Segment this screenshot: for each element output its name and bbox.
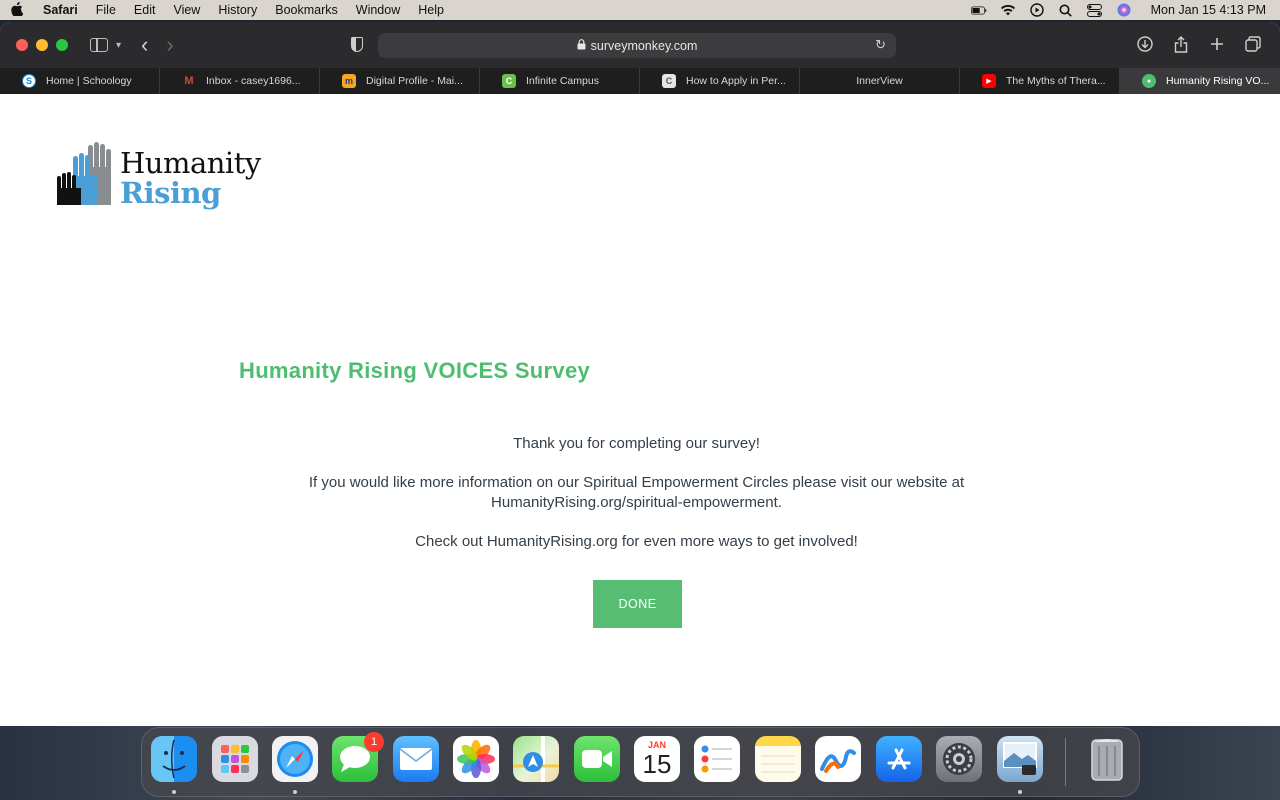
share-icon[interactable] (1172, 34, 1190, 54)
tab-label: How to Apply in Per... (686, 75, 786, 87)
reminders-icon[interactable] (694, 736, 740, 782)
tab-innerview[interactable]: InnerView (800, 68, 960, 94)
url-text: surveymonkey.com (590, 38, 698, 53)
wifi-icon[interactable] (1000, 4, 1016, 16)
downloads-icon[interactable] (1136, 34, 1154, 54)
menu-bookmarks[interactable]: Bookmarks (266, 0, 347, 20)
apple-menu-icon[interactable] (0, 1, 34, 19)
app-store-icon[interactable] (876, 736, 922, 782)
logo-wordmark: Humanity Rising (120, 148, 261, 208)
menu-window[interactable]: Window (347, 0, 409, 20)
zoom-window-button[interactable] (56, 39, 68, 51)
humanity-rising-logo[interactable]: Humanity Rising (56, 142, 286, 216)
now-playing-icon[interactable] (1029, 3, 1045, 17)
dock: 1 JAN 15 (141, 727, 1140, 797)
back-button[interactable]: ‹ (141, 32, 148, 57)
safari-icon[interactable] (272, 736, 318, 782)
lock-icon (577, 38, 586, 53)
menu-view[interactable]: View (164, 0, 209, 20)
menu-app-name[interactable]: Safari (34, 0, 87, 20)
calendar-icon[interactable]: JAN 15 (634, 736, 680, 782)
freeform-icon[interactable] (815, 736, 861, 782)
calendar-day: 15 (642, 749, 672, 779)
tab-infinite-campus[interactable]: C Infinite Campus (480, 68, 640, 94)
dock-separator (1065, 738, 1066, 786)
schoology-icon: S (22, 74, 36, 88)
battery-icon[interactable] (970, 4, 987, 16)
sidebar-toggle-icon[interactable] (90, 38, 108, 52)
privacy-shield-icon[interactable] (351, 37, 363, 52)
running-indicator (172, 790, 176, 794)
tab-label: Infinite Campus (526, 75, 599, 87)
check-out-message: Check out HumanityRising.org for even mo… (415, 533, 858, 550)
gmail-icon: M (184, 75, 194, 87)
address-bar[interactable]: surveymonkey.com ↻ (378, 33, 896, 58)
menu-help[interactable]: Help (409, 0, 453, 20)
tab-label: Inbox - casey1696... (206, 75, 301, 87)
tab-label: Humanity Rising VO... (1166, 75, 1270, 87)
trash-icon[interactable] (1084, 736, 1130, 782)
maps-icon[interactable] (513, 736, 559, 782)
tab-label: InnerView (856, 75, 903, 87)
tab-digital-profile[interactable]: m Digital Profile - Mai... (320, 68, 480, 94)
menu-edit[interactable]: Edit (125, 0, 165, 20)
surveymonkey-icon: ● (1142, 74, 1156, 88)
spotlight-search-icon[interactable] (1058, 4, 1074, 17)
done-button[interactable]: DONE (593, 580, 682, 628)
raised-hands-icon (57, 142, 111, 205)
tab-overview-icon[interactable] (1244, 34, 1262, 54)
info-line-1: If you would like more information on ou… (308, 474, 965, 491)
tab-humanity-rising[interactable]: ● Humanity Rising VO... (1120, 68, 1280, 94)
window-controls (16, 39, 68, 51)
safari-window: ▾ ‹ › surveymonkey.com ↻ S Home | School… (0, 22, 1280, 726)
infinite-campus-icon: C (502, 74, 516, 88)
browser-toolbar: ▾ ‹ › surveymonkey.com ↻ (0, 22, 1280, 68)
thank-you-message: Thank you for completing our survey! (513, 435, 760, 452)
notes-icon[interactable] (755, 736, 801, 782)
mail-icon[interactable] (393, 736, 439, 782)
tab-youtube[interactable]: ▶ The Myths of Thera... (960, 68, 1120, 94)
preview-icon[interactable] (997, 736, 1043, 782)
tab-how-to-apply[interactable]: C How to Apply in Per... (640, 68, 800, 94)
control-center-icon[interactable] (1087, 3, 1103, 17)
tab-label: Home | Schoology (46, 75, 132, 87)
chevron-down-icon[interactable]: ▾ (116, 40, 121, 51)
menu-file[interactable]: File (87, 0, 125, 20)
facetime-icon[interactable] (574, 736, 620, 782)
menu-history[interactable]: History (209, 0, 266, 20)
minimize-window-button[interactable] (36, 39, 48, 51)
document-icon: C (662, 74, 676, 88)
finder-icon[interactable] (151, 736, 197, 782)
tab-schoology[interactable]: S Home | Schoology (0, 68, 160, 94)
messages-badge: 1 (364, 732, 384, 752)
logo-line-humanity: Humanity (120, 146, 261, 180)
menu-bar: Safari File Edit View History Bookmarks … (0, 0, 1280, 20)
launchpad-icon[interactable] (212, 736, 258, 782)
siri-icon[interactable] (1116, 3, 1132, 17)
reload-icon[interactable]: ↻ (875, 37, 886, 53)
tab-gmail[interactable]: M Inbox - casey1696... (160, 68, 320, 94)
info-line-2: HumanityRising.org/spiritual-empowerment… (491, 494, 782, 511)
tab-label: Digital Profile - Mai... (366, 75, 463, 87)
close-window-button[interactable] (16, 39, 28, 51)
running-indicator (293, 790, 297, 794)
tab-label: The Myths of Thera... (1006, 75, 1106, 87)
photos-icon[interactable] (453, 736, 499, 782)
info-message: If you would like more information on ou… (0, 473, 1273, 513)
logo-line-rising: Rising (120, 176, 221, 210)
survey-title: Humanity Rising VOICES Survey (239, 358, 591, 383)
forward-button[interactable]: › (166, 32, 173, 57)
youtube-icon: ▶ (982, 74, 996, 88)
tab-bar: S Home | Schoology M Inbox - casey1696..… (0, 68, 1280, 94)
system-settings-icon[interactable] (936, 736, 982, 782)
web-page: Humanity Rising Humanity Rising VOICES S… (0, 94, 1280, 726)
menubar-clock[interactable]: Mon Jan 15 4:13 PM (1151, 3, 1266, 17)
digital-profile-icon: m (342, 74, 356, 88)
new-tab-icon[interactable] (1208, 34, 1226, 54)
running-indicator (1018, 790, 1022, 794)
